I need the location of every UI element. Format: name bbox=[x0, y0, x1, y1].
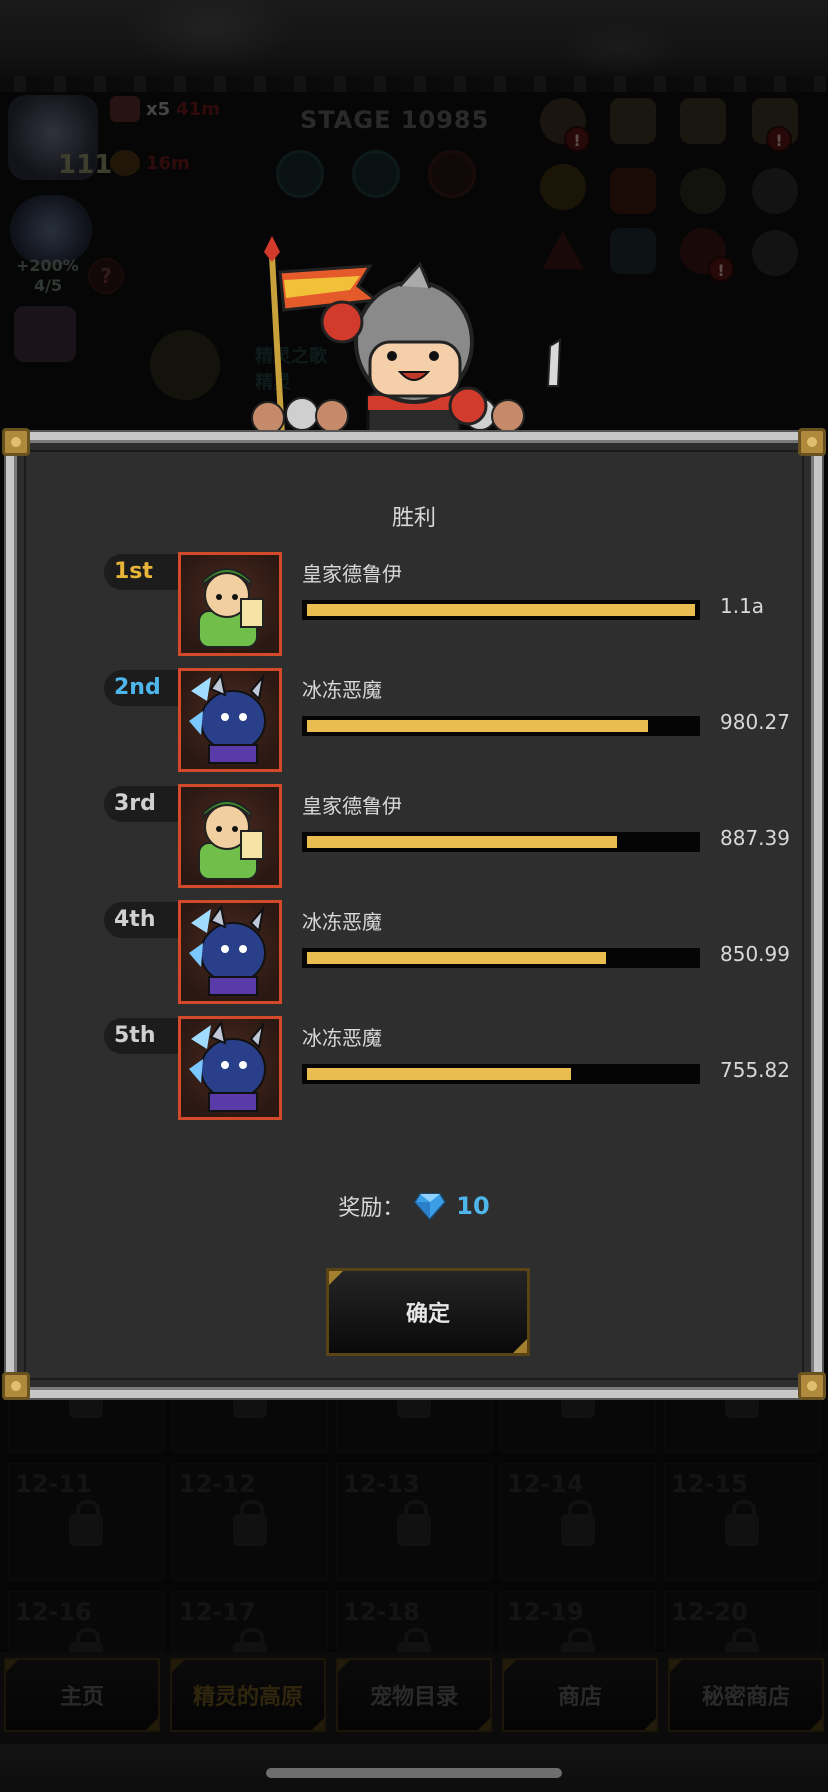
ranking-row: 2nd 冰冻恶魔 980.27 bbox=[26, 668, 802, 772]
frame-corner bbox=[2, 1372, 30, 1400]
damage-bar bbox=[302, 716, 700, 736]
damage-bar bbox=[302, 948, 700, 968]
level-cell[interactable]: 12-12 bbox=[172, 1463, 328, 1581]
help-button[interactable]: ? bbox=[88, 258, 124, 294]
level-label: 12-15 bbox=[671, 1470, 748, 1498]
lock-icon bbox=[233, 1500, 267, 1546]
alert-badge: ! bbox=[564, 126, 590, 152]
resource-value: 41m bbox=[176, 98, 220, 120]
level-label: 12-13 bbox=[343, 1470, 420, 1498]
hero-portrait bbox=[178, 1016, 282, 1120]
level-label: 12-11 bbox=[15, 1470, 92, 1498]
nav-pet-catalog[interactable]: 宠物目录 bbox=[336, 1658, 492, 1732]
damage-value: 980.27 bbox=[720, 710, 790, 734]
wing-icon[interactable] bbox=[752, 168, 798, 214]
level-cell[interactable]: 12-11 bbox=[8, 1463, 164, 1581]
resource-coin: 16m bbox=[110, 150, 190, 176]
lock-icon bbox=[561, 1500, 595, 1546]
resource-value: 16m bbox=[146, 152, 190, 174]
damage-bar-fill bbox=[307, 952, 606, 964]
diamond-icon bbox=[414, 1193, 447, 1220]
lock-icon bbox=[69, 1500, 103, 1546]
hero-portrait bbox=[178, 668, 282, 772]
frame-corner bbox=[798, 1372, 826, 1400]
damage-bar bbox=[302, 1064, 700, 1084]
hero-name: 皇家德鲁伊 bbox=[302, 562, 402, 586]
alert-badge: ! bbox=[708, 256, 734, 282]
level-label: 12-16 bbox=[15, 1598, 92, 1626]
hero-name: 冰冻恶魔 bbox=[302, 678, 382, 702]
level-label: 12-12 bbox=[179, 1470, 256, 1498]
boost-ratio: 4/5 bbox=[34, 276, 63, 295]
level-label: 12-18 bbox=[343, 1598, 420, 1626]
confirm-button[interactable]: 确定 bbox=[326, 1268, 530, 1356]
event-icon[interactable] bbox=[610, 168, 656, 214]
nav-secret-shop[interactable]: 秘密商店 bbox=[668, 1658, 824, 1732]
lock-icon bbox=[725, 1500, 759, 1546]
damage-value: 850.99 bbox=[720, 942, 790, 966]
damage-bar-fill bbox=[307, 720, 649, 732]
player-level: 111 bbox=[58, 150, 113, 180]
nav-elf-plateau[interactable]: 精灵的高原 bbox=[170, 1658, 326, 1732]
reward-row: 奖励： 10 bbox=[26, 1190, 802, 1222]
boost-avatar[interactable] bbox=[10, 195, 92, 265]
damage-bar-fill bbox=[307, 1068, 571, 1080]
resource-multiplier: x5 bbox=[146, 98, 171, 120]
level-label: 12-14 bbox=[507, 1470, 584, 1498]
ranking-icon[interactable] bbox=[610, 98, 656, 144]
level-cell[interactable]: 12-15 bbox=[664, 1463, 820, 1581]
skill-button-1[interactable] bbox=[276, 150, 324, 198]
hero-name: 冰冻恶魔 bbox=[302, 910, 382, 934]
hero-name: 冰冻恶魔 bbox=[302, 1026, 382, 1050]
frame-corner bbox=[2, 428, 30, 456]
modal-body: 胜利 1st 皇家德鲁伊 1.1a 2nd 冰冻恶魔 980.27 3rd 皇家德鲁伊 887.… bbox=[24, 450, 804, 1380]
ranking-row: 4th 冰冻恶魔 850.99 bbox=[26, 900, 802, 1004]
hero-portrait bbox=[178, 784, 282, 888]
alert-badge: ! bbox=[766, 126, 792, 152]
damage-bar-fill bbox=[307, 604, 695, 616]
ticket-icon bbox=[110, 96, 140, 122]
reward-label: 奖励： bbox=[338, 1196, 405, 1221]
victory-mascot bbox=[251, 236, 562, 436]
frame-corner bbox=[798, 428, 826, 456]
level-label: 12-17 bbox=[179, 1598, 256, 1626]
level-cell[interactable]: 12-14 bbox=[500, 1463, 656, 1581]
skill-button-3[interactable] bbox=[428, 150, 476, 198]
reward-value: 10 bbox=[456, 1192, 490, 1220]
victory-modal: 胜利 1st 皇家德鲁伊 1.1a 2nd 冰冻恶魔 980.27 3rd 皇家德鲁伊 887.… bbox=[6, 432, 822, 1398]
gear-icon[interactable] bbox=[752, 230, 798, 276]
nav-shop[interactable]: 商店 bbox=[502, 1658, 658, 1732]
damage-bar bbox=[302, 600, 700, 620]
hero-portrait bbox=[178, 552, 282, 656]
damage-value: 1.1a bbox=[720, 594, 765, 618]
level-cell[interactable]: 12-13 bbox=[336, 1463, 492, 1581]
hero-portrait bbox=[178, 900, 282, 1004]
stone-header bbox=[0, 0, 828, 92]
quest-book-icon[interactable] bbox=[680, 98, 726, 144]
chat-icon[interactable] bbox=[540, 164, 586, 210]
fairy-icon bbox=[150, 330, 220, 400]
skill-button-2[interactable] bbox=[352, 150, 400, 198]
coin-icon bbox=[110, 150, 140, 176]
boost-percent: +200% bbox=[16, 256, 79, 275]
damage-value: 755.82 bbox=[720, 1058, 790, 1082]
nav-home[interactable]: 主页 bbox=[4, 1658, 160, 1732]
map-icon[interactable] bbox=[610, 228, 656, 274]
damage-bar bbox=[302, 832, 700, 852]
resource-ticket: x5 41m bbox=[110, 96, 220, 122]
ranking-row: 3rd 皇家德鲁伊 887.39 bbox=[26, 784, 802, 888]
lock-icon bbox=[397, 1500, 431, 1546]
level-label: 12-19 bbox=[507, 1598, 584, 1626]
ranking-row: 5th 冰冻恶魔 755.82 bbox=[26, 1016, 802, 1120]
damage-bar-fill bbox=[307, 836, 618, 848]
gift-icon[interactable] bbox=[14, 306, 76, 362]
modal-title: 胜利 bbox=[391, 506, 436, 531]
home-indicator[interactable] bbox=[266, 1768, 562, 1778]
ranking-row: 1st 皇家德鲁伊 1.1a bbox=[26, 552, 802, 656]
angel-icon[interactable] bbox=[680, 168, 726, 214]
level-label: 12-20 bbox=[671, 1598, 748, 1626]
hero-name: 皇家德鲁伊 bbox=[302, 794, 402, 818]
stage-label: STAGE 10985 bbox=[300, 106, 490, 134]
damage-value: 887.39 bbox=[720, 826, 790, 850]
